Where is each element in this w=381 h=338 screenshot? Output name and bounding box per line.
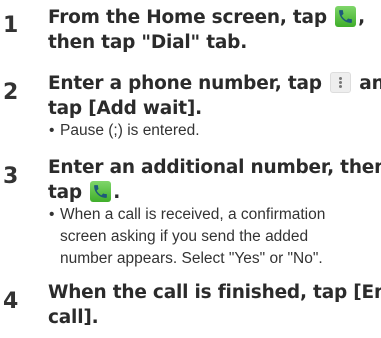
step-note: • When a call is received, a confirmation… [49, 204, 379, 270]
title-text: tap [48, 182, 89, 203]
title-text: From the Home screen, tap [48, 7, 334, 28]
step-title: Enter a phone number, tap and tap [Add w… [48, 71, 381, 121]
note-line: number appears. Select "Yes" or "No". [60, 250, 323, 267]
note-text: When a call is received, a confirmation [60, 206, 326, 223]
title-line: From the Home screen, tap , [48, 5, 378, 30]
title-text: . [113, 182, 121, 203]
title-line: call]. [48, 307, 99, 328]
step-note: • Pause (;) is entered. [49, 120, 379, 142]
title-text: , [358, 7, 365, 28]
title-line: Enter an additional number, then [48, 157, 381, 178]
title-line: When the call is finished, tap [End [48, 282, 381, 303]
note-text: Pause (;) is entered. [60, 122, 200, 139]
instruction-steps: 1 From the Home screen, tap , then tap "… [0, 0, 381, 338]
phone-icon [90, 181, 112, 202]
step-number: 2 [3, 80, 19, 105]
title-text: Enter a phone number, tap [48, 73, 329, 94]
title-text: and [359, 73, 381, 94]
bullet: • [49, 122, 55, 139]
step-number: 4 [3, 289, 19, 314]
step-title: Enter an additional number, then tap . [48, 155, 381, 205]
step-number: 1 [3, 13, 19, 38]
note-line: • Pause (;) is entered. [49, 120, 379, 142]
title-line: tap . [48, 180, 378, 205]
bullet: • [49, 206, 55, 223]
menu-icon [330, 72, 352, 93]
step-title: When the call is finished, tap [End call… [48, 280, 381, 330]
note-line: • When a call is received, a confirmation [49, 204, 379, 226]
title-line: tap [Add wait]. [48, 98, 202, 119]
title-line: then tap "Dial" tab. [48, 32, 248, 53]
step-number: 3 [3, 164, 19, 189]
title-line: Enter a phone number, tap and [48, 71, 381, 96]
phone-icon [335, 6, 357, 27]
note-line: screen asking if you send the added [60, 228, 309, 245]
step-title: From the Home screen, tap , then tap "Di… [48, 5, 378, 55]
